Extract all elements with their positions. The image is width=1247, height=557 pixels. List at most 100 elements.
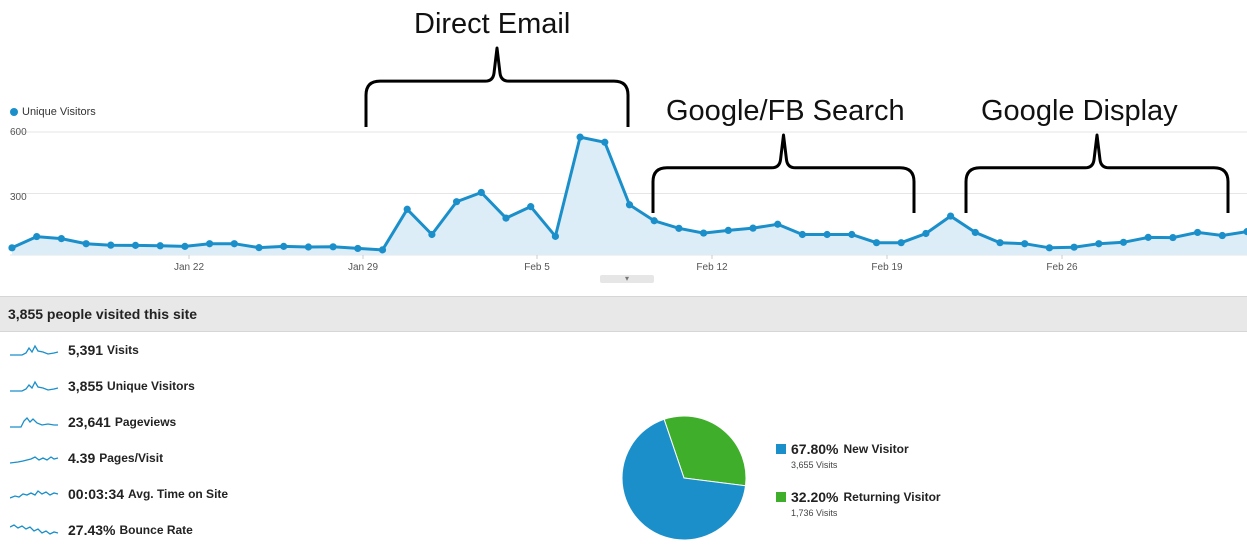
data-point[interactable] xyxy=(922,229,930,238)
data-point[interactable] xyxy=(33,232,41,241)
metric-label: Bounce Rate xyxy=(119,523,193,537)
x-tick-label: Feb 5 xyxy=(524,262,550,273)
data-point[interactable] xyxy=(428,230,436,239)
annotation-bracket xyxy=(364,46,630,127)
metric-row[interactable]: 27.43% Bounce Rate xyxy=(10,519,193,541)
visitor-type-pie-chart xyxy=(621,415,747,541)
data-point[interactable] xyxy=(1045,244,1053,252)
data-point[interactable] xyxy=(181,242,189,250)
returning-visitor-label: Returning Visitor xyxy=(843,490,941,504)
data-point[interactable] xyxy=(601,138,609,146)
pie-legend-new-visitor[interactable]: 67.80% New Visitor 3,655 Visits xyxy=(776,441,909,470)
summary-bar: 3,855 people visited this site xyxy=(0,296,1247,332)
metric-label: Avg. Time on Site xyxy=(128,487,229,501)
data-point[interactable] xyxy=(551,232,560,240)
data-point[interactable] xyxy=(378,246,387,254)
data-point[interactable] xyxy=(675,224,683,232)
sparkline-icon xyxy=(10,524,59,535)
data-point[interactable] xyxy=(1194,228,1202,237)
x-tick-label: Feb 12 xyxy=(696,262,728,273)
data-point[interactable] xyxy=(971,228,979,237)
legend-dot-icon xyxy=(10,108,18,116)
x-tick-label: Jan 29 xyxy=(347,262,379,273)
metric-value: 5,391 xyxy=(68,342,104,358)
returning-visitor-swatch-icon xyxy=(776,492,786,502)
data-point[interactable] xyxy=(1169,233,1177,242)
data-point[interactable] xyxy=(872,239,881,247)
data-point[interactable] xyxy=(774,220,782,228)
data-point[interactable] xyxy=(798,230,807,239)
chart-resize-handle[interactable]: ▾ xyxy=(600,275,654,283)
data-point[interactable] xyxy=(57,235,65,243)
metric-value: 4.39 xyxy=(68,450,96,466)
metric-row[interactable]: 3,855 Unique Visitors xyxy=(10,375,195,397)
data-point[interactable] xyxy=(453,198,461,206)
data-point[interactable] xyxy=(576,133,584,141)
metric-row[interactable]: 00:03:34 Avg. Time on Site xyxy=(10,483,228,505)
metric-value: 00:03:34 xyxy=(68,486,125,502)
new-visitor-swatch-icon xyxy=(776,444,786,454)
annotation-bracket xyxy=(651,133,916,213)
new-visitor-percent: 67.80% xyxy=(791,441,839,457)
data-point[interactable] xyxy=(749,224,757,232)
data-point[interactable] xyxy=(947,212,955,220)
y-tick-label: 300 xyxy=(10,192,27,203)
annotation-brackets xyxy=(364,46,1230,213)
metric-value: 27.43% xyxy=(68,522,116,538)
sparkline-icon xyxy=(10,344,59,356)
y-tick-label: 600 xyxy=(10,127,27,138)
data-point[interactable] xyxy=(206,240,214,248)
metric-row[interactable]: 5,391 Visits xyxy=(10,339,139,361)
data-point[interactable] xyxy=(1218,231,1226,240)
data-point[interactable] xyxy=(502,214,510,222)
data-point[interactable] xyxy=(8,244,16,252)
x-tick-label: Feb 26 xyxy=(1046,262,1078,273)
metric-label: Pages/Visit xyxy=(99,451,164,465)
data-point[interactable] xyxy=(700,229,708,237)
data-point[interactable] xyxy=(897,239,905,247)
data-point[interactable] xyxy=(230,240,238,248)
data-point[interactable] xyxy=(280,242,288,250)
data-point[interactable] xyxy=(131,241,140,249)
metric-label: Unique Visitors xyxy=(107,379,195,393)
data-point[interactable] xyxy=(329,243,337,251)
data-point[interactable] xyxy=(354,244,362,253)
data-point[interactable] xyxy=(403,205,411,213)
sparkline-icon xyxy=(10,380,59,392)
data-point[interactable] xyxy=(1021,240,1029,248)
metric-value: 3,855 xyxy=(68,378,104,394)
visitors-chart xyxy=(8,46,1247,259)
metric-label: Visits xyxy=(107,343,139,357)
data-point[interactable] xyxy=(156,242,164,250)
x-tick-label: Jan 22 xyxy=(173,262,205,273)
data-point[interactable] xyxy=(1070,243,1078,251)
data-point[interactable] xyxy=(304,243,312,251)
new-visitor-visits: 3,655 Visits xyxy=(791,460,838,470)
metric-label: Pageviews xyxy=(114,415,177,429)
data-point[interactable] xyxy=(82,240,90,248)
annotation-bracket xyxy=(964,133,1230,213)
data-point[interactable] xyxy=(625,201,634,209)
data-point[interactable] xyxy=(255,244,263,252)
sparkline-icon xyxy=(10,456,59,464)
data-point[interactable] xyxy=(848,230,856,239)
chart-legend[interactable]: Unique Visitors xyxy=(10,106,96,118)
x-tick-label: Feb 19 xyxy=(871,262,903,273)
metric-row[interactable]: 23,641 Pageviews xyxy=(10,411,176,433)
data-point[interactable] xyxy=(1095,240,1103,248)
metric-row[interactable]: 4.39 Pages/Visit xyxy=(10,447,163,469)
data-point[interactable] xyxy=(527,203,535,211)
data-point[interactable] xyxy=(650,217,658,225)
data-point[interactable] xyxy=(823,230,831,239)
data-point[interactable] xyxy=(996,239,1004,247)
data-point[interactable] xyxy=(477,188,485,197)
sparkline-icon xyxy=(10,490,59,499)
new-visitor-label: New Visitor xyxy=(843,442,909,456)
data-point[interactable] xyxy=(1119,238,1128,246)
series-area xyxy=(12,137,1247,255)
data-point[interactable] xyxy=(107,241,115,249)
pie-legend-returning-visitor[interactable]: 32.20% Returning Visitor 1,736 Visits xyxy=(776,489,941,518)
data-point[interactable] xyxy=(1144,233,1152,241)
data-point[interactable] xyxy=(724,226,732,234)
legend-label: Unique Visitors xyxy=(22,106,96,118)
